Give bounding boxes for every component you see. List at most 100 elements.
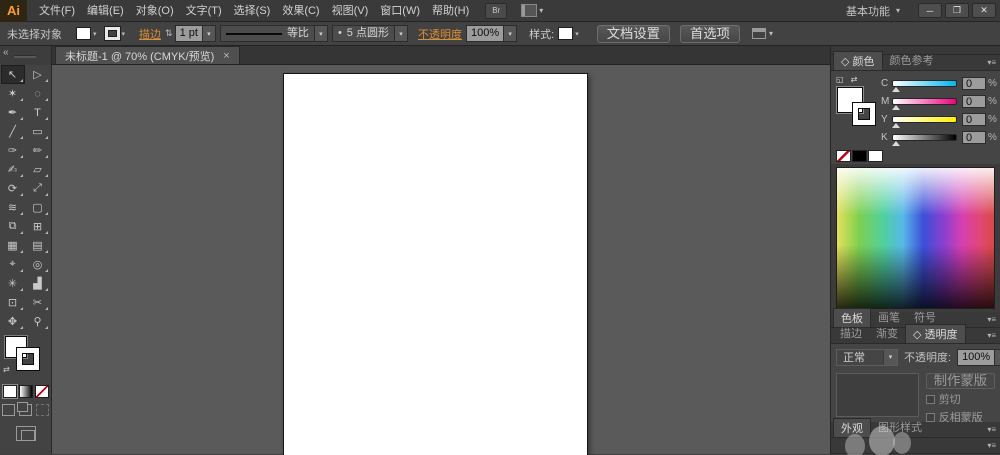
panel-menu-icon[interactable]: ▾≡: [987, 425, 1000, 434]
opacity-dropdown[interactable]: 100% ▾: [466, 25, 517, 42]
tool-blob-brush[interactable]: ✍: [1, 160, 25, 179]
menu-item[interactable]: 编辑(E): [81, 0, 130, 22]
stroke-proxy[interactable]: [853, 103, 875, 125]
tool-eraser[interactable]: ▱: [26, 160, 50, 179]
tab-颜色[interactable]: ◇ 颜色: [833, 51, 883, 70]
document-setup-button[interactable]: 文档设置: [597, 25, 670, 43]
close-tab-icon[interactable]: ×: [223, 50, 229, 62]
default-colors-icon[interactable]: ◱: [836, 75, 844, 84]
arrange-documents-dropdown[interactable]: ▾: [521, 4, 543, 17]
slider-thumb[interactable]: [892, 87, 900, 92]
tool-zoom[interactable]: ⚲: [26, 312, 50, 331]
draw-behind-icon[interactable]: [19, 404, 32, 416]
tool-scale[interactable]: ⤢: [26, 179, 50, 198]
tool-pen[interactable]: ✒: [1, 103, 25, 122]
width-profile-dropdown[interactable]: 等比 ▾: [220, 25, 328, 42]
canvas[interactable]: [52, 65, 830, 454]
stroke-color-dropdown[interactable]: ▾: [105, 27, 128, 40]
gradient-button[interactable]: [19, 385, 33, 398]
tab-外观[interactable]: 外观: [833, 418, 871, 437]
tool-slice[interactable]: ✂: [26, 293, 50, 312]
slider-value-field[interactable]: 0: [962, 77, 986, 90]
tool-type[interactable]: T: [26, 103, 50, 122]
tab-渐变[interactable]: 渐变: [869, 324, 905, 343]
slider-track[interactable]: [892, 134, 957, 141]
tool-eyedropper[interactable]: ⌖: [1, 255, 25, 274]
tool-rectangle[interactable]: ▭: [26, 122, 50, 141]
panel-menu-icon[interactable]: ▾≡: [987, 315, 1000, 324]
slider-track[interactable]: [892, 116, 957, 123]
stroke-width-dropdown[interactable]: 1 pt ▾: [175, 25, 216, 42]
brush-definition-dropdown[interactable]: • 5 点圆形 ▾: [332, 25, 408, 42]
tool-selection[interactable]: ↖: [1, 65, 25, 84]
collapse-panel-icon[interactable]: «: [3, 47, 9, 58]
tool-gradient[interactable]: ▤: [26, 236, 50, 255]
clip-checkbox-row[interactable]: 剪切: [926, 391, 995, 407]
transparency-opacity-dropdown[interactable]: 100% ▾: [957, 349, 1000, 366]
close-button[interactable]: ✕: [972, 3, 996, 18]
color-button[interactable]: [3, 385, 17, 398]
slider-track[interactable]: [892, 80, 957, 87]
swap-fill-stroke-icon[interactable]: ⇄: [3, 365, 10, 374]
stroke-width-stepper[interactable]: ⇅: [165, 28, 173, 39]
slider-thumb[interactable]: [892, 141, 900, 146]
tool-column-graph[interactable]: ▟: [26, 274, 50, 293]
tool-pencil[interactable]: ✏: [26, 141, 50, 160]
tool-magic-wand[interactable]: ✶: [1, 84, 25, 103]
slider-track[interactable]: [892, 98, 957, 105]
screen-mode-icon[interactable]: [16, 426, 36, 441]
blend-mode-dropdown[interactable]: 正常 ▾: [836, 349, 898, 366]
tool-free-transform[interactable]: ▢: [26, 198, 50, 217]
white-swatch[interactable]: [868, 150, 883, 162]
menu-item[interactable]: 窗口(W): [374, 0, 426, 22]
slider-thumb[interactable]: [892, 123, 900, 128]
object-thumbnail[interactable]: [836, 373, 919, 417]
draw-normal-icon[interactable]: [2, 404, 15, 416]
restore-button[interactable]: ❐: [945, 3, 969, 18]
document-tab[interactable]: 未标题-1 @ 70% (CMYK/预览) ×: [55, 46, 240, 64]
none-button[interactable]: [35, 385, 49, 398]
tool-blend[interactable]: ◎: [26, 255, 50, 274]
tab-透明度[interactable]: ◇ 透明度: [905, 324, 966, 343]
menu-item[interactable]: 文字(T): [180, 0, 228, 22]
none-swatch[interactable]: [836, 150, 851, 162]
style-dropdown[interactable]: ▾: [558, 27, 581, 40]
tool-artboard[interactable]: ⊡: [1, 293, 25, 312]
tool-shape-builder[interactable]: ⧉: [1, 217, 25, 236]
make-mask-button[interactable]: 制作蒙版: [926, 373, 995, 389]
panel-menu-icon[interactable]: ▾≡: [987, 58, 1000, 67]
menu-item[interactable]: 对象(O): [130, 0, 180, 22]
tool-symbol-sprayer[interactable]: ✳: [1, 274, 25, 293]
tool-perspective-grid[interactable]: ⊞: [26, 217, 50, 236]
menu-item[interactable]: 帮助(H): [426, 0, 475, 22]
stroke-proxy[interactable]: [17, 348, 39, 370]
tool-hand[interactable]: ✥: [1, 312, 25, 331]
opacity-panel-link[interactable]: 不透明度: [418, 26, 462, 42]
stroke-panel-link[interactable]: 描边: [139, 26, 161, 42]
swap-fill-stroke-icon[interactable]: ⇄: [851, 75, 858, 84]
checkbox-icon[interactable]: [926, 395, 935, 404]
tool-rotate[interactable]: ⟳: [1, 179, 25, 198]
slider-value-field[interactable]: 0: [962, 131, 986, 144]
slider-value-field[interactable]: 0: [962, 113, 986, 126]
tool-line-segment[interactable]: ╱: [1, 122, 25, 141]
black-swatch[interactable]: [852, 150, 867, 162]
panel-grip[interactable]: [14, 55, 36, 58]
tool-direct-selection[interactable]: ▷: [26, 65, 50, 84]
panel-menu-icon[interactable]: ▾≡: [987, 331, 1000, 340]
menu-item[interactable]: 视图(V): [326, 0, 375, 22]
workspace-switcher[interactable]: 基本功能 ▾: [846, 3, 900, 19]
color-spectrum[interactable]: [836, 167, 995, 309]
tool-mesh[interactable]: ▦: [1, 236, 25, 255]
slider-value-field[interactable]: 0: [962, 95, 986, 108]
menu-item[interactable]: 选择(S): [228, 0, 277, 22]
preferences-button[interactable]: 首选项: [680, 25, 740, 43]
bridge-icon[interactable]: Br: [485, 3, 507, 19]
artboard[interactable]: [283, 73, 588, 455]
tool-lasso[interactable]: ◌: [26, 84, 50, 103]
menu-item[interactable]: 效果(C): [276, 0, 325, 22]
fill-color-dropdown[interactable]: ▾: [76, 27, 99, 40]
control-bar-options[interactable]: ▾: [752, 28, 773, 39]
tab-颜色参考[interactable]: 颜色参考: [883, 51, 941, 70]
panel-menu-icon[interactable]: ▾≡: [987, 441, 1000, 450]
